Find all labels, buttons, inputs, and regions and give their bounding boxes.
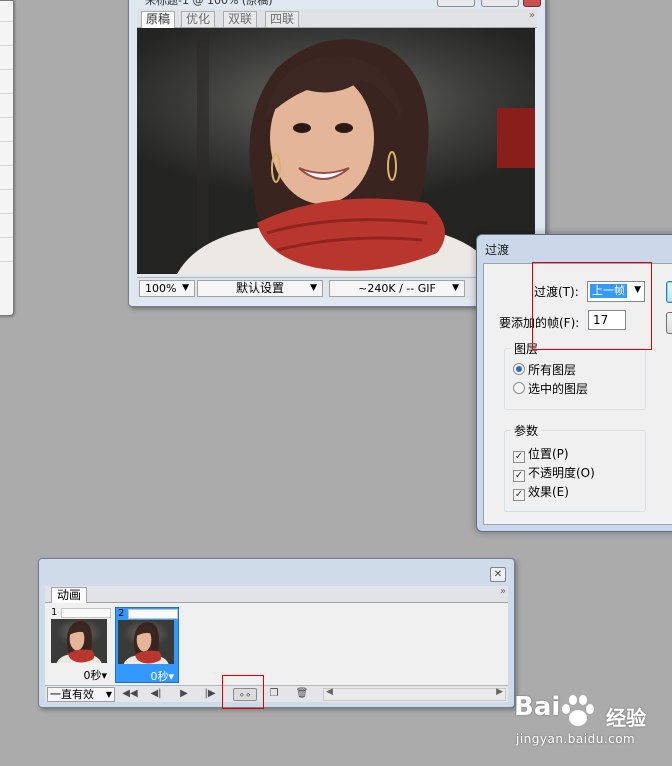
frame-delay-value: 0秒 [150,670,169,683]
duplicate-frame-icon[interactable]: ❐ [265,687,283,701]
frame-delay[interactable]: 0秒▾ [83,667,107,683]
previous-frame-icon[interactable]: ◀| [147,687,165,701]
frame-slot [61,608,111,618]
parameters-group: 参数 ✓ 位置(P) ✓ 不透明度(O) ✓ 效果(E) [504,422,646,512]
watermark-jingyan: 经验 [606,706,646,730]
tab-original[interactable]: 原稿 [141,11,176,28]
close-button[interactable] [523,0,541,7]
thumbnail-portrait [56,620,102,663]
radio-selected-layers[interactable]: 选中的图层 [513,380,588,397]
next-frame-icon[interactable]: |▶ [201,687,219,701]
document-view-tabs: 原稿 优化 双联 四联 » [137,9,537,28]
parameters-group-title: 参数 [511,422,542,439]
tab-4up[interactable]: 四联 [265,11,300,27]
preset-value: 默认设置 [235,281,284,295]
checkbox-effects[interactable]: ✓ 效果(E) [513,483,569,501]
checkbox-position[interactable]: ✓ 位置(P) [513,445,569,463]
frame-delay[interactable]: 0秒▾ [150,668,174,684]
paw-logo-icon [562,695,594,726]
frame-number: 1 [51,607,58,618]
panel-menu-icon[interactable]: » [500,586,506,597]
play-icon[interactable]: ▶ [175,687,193,701]
baidu-jingyan-watermark: Bai 经验 jingyan.baidu.com [514,690,672,750]
frames-area: 1 0秒▾ 2 0秒▾ [45,603,508,685]
left-side-panel [0,0,14,316]
first-frame-icon[interactable]: ◀◀ [121,687,139,701]
checkbox-opacity-label: 不透明度(O) [528,466,595,480]
checkbox-position-label: 位置(P) [528,447,569,461]
frame-thumbnail [118,620,174,664]
ok-button[interactable] [666,281,672,303]
minimize-button[interactable] [437,0,475,7]
thumbnail-portrait [123,621,169,664]
animation-tabs: 动画 » [45,586,508,603]
animation-panel: ✕ 动画 » 1 0秒▾ 2 0秒▾ 一直有效 ▼ ◀◀ ◀| ▶ |▶ ∘∘ … [38,558,515,708]
frame-1[interactable]: 1 0秒▾ [49,607,111,683]
highlight-box-tween [222,675,264,709]
frames-scrollbar[interactable]: ◀ ▶ [323,687,506,701]
checkbox-effects-label: 效果(E) [528,485,569,499]
chevron-down-icon: ▼ [452,283,459,293]
close-icon[interactable]: ✕ [490,567,506,582]
trash-icon[interactable]: 🗑 [293,687,311,701]
watermark-url: jingyan.baidu.com [516,732,636,746]
maximize-button[interactable] [481,0,519,7]
radio-selected-layers-label: 选中的图层 [528,382,589,396]
checkmark-icon: ✓ [513,470,525,482]
frame-number: 2 [118,608,125,619]
highlight-box-transition [532,262,652,350]
scroll-left-icon[interactable]: ◀ [326,687,333,697]
size-format-value: ~240K / -- GIF [358,282,436,295]
portrait-illustration [177,39,497,274]
zoom-select[interactable]: 100% ▼ [139,280,195,297]
radio-on-icon [513,363,525,375]
tab-2up[interactable]: 双联 [223,11,258,27]
animation-toolbar: 一直有效 ▼ ◀◀ ◀| ▶ |▶ ∘∘ ❐ 🗑 ◀ ▶ [45,685,508,702]
document-titlebar[interactable]: 未标题-1 @ 100% (原稿) [129,0,545,7]
chevron-down-icon: ▼ [105,690,112,699]
radio-all-layers-label: 所有图层 [528,363,577,377]
watermark-brand: Bai [514,692,561,722]
chevron-down-icon: ▼ [182,283,189,293]
loop-select[interactable]: 一直有效 ▼ [47,687,115,702]
preset-select[interactable]: 默认设置 ▼ [197,280,323,297]
checkmark-icon: ✓ [513,489,525,501]
loop-value: 一直有效 [50,688,94,701]
scroll-right-icon[interactable]: ▶ [496,687,503,697]
cancel-button[interactable] [666,312,672,334]
image-canvas[interactable] [137,28,535,274]
frame-delay-value: 0秒 [83,669,102,682]
panel-menu-icon[interactable]: » [529,10,535,21]
frame-2[interactable]: 2 0秒▾ [115,607,179,683]
document-title: 未标题-1 @ 100% (原稿) [145,0,273,7]
chevron-down-icon: ▼ [310,283,317,293]
tab-optimized[interactable]: 优化 [181,11,216,27]
tab-animation[interactable]: 动画 [51,587,88,603]
checkmark-icon: ✓ [513,451,525,463]
dialog-title: 过渡 [485,243,510,257]
checkbox-opacity[interactable]: ✓ 不透明度(O) [513,464,595,482]
frame-thumbnail [51,619,107,663]
radio-off-icon [513,382,525,394]
radio-all-layers[interactable]: 所有图层 [513,361,576,378]
size-format-select[interactable]: ~240K / -- GIF ▼ [329,280,465,297]
zoom-value: 100% [145,282,177,295]
layers-group: 图层 所有图层 选中的图层 [504,340,646,410]
frame-slot [128,609,178,619]
